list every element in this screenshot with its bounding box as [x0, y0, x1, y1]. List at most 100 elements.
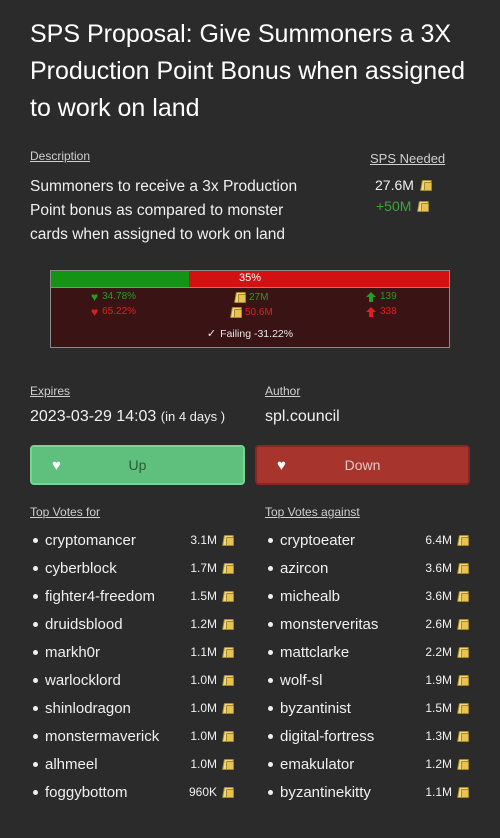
arrow-up-icon: [366, 306, 376, 317]
vote-amount: 6.4M: [425, 533, 469, 547]
sps-token-icon: [222, 590, 234, 602]
description-label[interactable]: Description: [30, 149, 90, 163]
sps-token-icon: [222, 758, 234, 770]
voter-name[interactable]: cyberblock: [45, 560, 117, 577]
voter-name[interactable]: cryptomancer: [45, 532, 136, 549]
list-item: wolf-sl 1.9M: [265, 668, 470, 696]
vote-amount: 1.0M: [190, 673, 234, 687]
voter-name[interactable]: warlocklord: [45, 672, 121, 689]
sps-needed-label[interactable]: SPS Needed: [370, 151, 445, 166]
vote-amount: 1.0M: [190, 701, 234, 715]
vote-down-button[interactable]: ♥ Down: [255, 445, 470, 485]
voter-name[interactable]: michealb: [280, 588, 340, 605]
list-item: monsterveritas 2.6M: [265, 612, 470, 640]
voter-name[interactable]: cryptoeater: [280, 532, 355, 549]
broken-heart-icon: ♥: [91, 304, 99, 319]
vote-down-label: Down: [344, 457, 381, 473]
sps-needed-value: 27.6M: [375, 177, 414, 193]
vote-amount: 1.5M: [425, 701, 469, 715]
list-item: cyberblock 1.7M: [30, 556, 235, 584]
for-percent-stat: ♥ 34.78%: [91, 289, 137, 304]
check-icon: ✓: [206, 328, 217, 340]
list-item: foggybottom 960K: [30, 780, 235, 808]
voter-name[interactable]: wolf-sl: [280, 672, 323, 689]
sps-token-icon: [420, 179, 432, 191]
voter-name[interactable]: alhmeel: [45, 756, 98, 773]
voter-name[interactable]: shinlodragon: [45, 700, 131, 717]
voter-name[interactable]: foggybottom: [45, 784, 128, 801]
voter-name[interactable]: byzantinist: [280, 700, 351, 717]
voter-name[interactable]: monsterveritas: [280, 616, 378, 633]
for-voters-stat: 139: [366, 291, 397, 302]
sps-token-icon: [222, 562, 234, 574]
sps-surplus-row: +50M: [376, 198, 430, 214]
vote-progress-bar: 35%: [51, 271, 449, 288]
top-votes-against-label[interactable]: Top Votes against: [265, 505, 360, 519]
list-item: byzantinekitty 1.1M: [265, 780, 470, 808]
sps-token-icon: [234, 291, 246, 303]
voter-name[interactable]: emakulator: [280, 756, 354, 773]
against-amount: 50.6M: [245, 306, 273, 318]
sps-token-icon: [457, 786, 469, 798]
sps-token-icon: [222, 646, 234, 658]
top-votes-for-list: cryptomancer 3.1M cyberblock 1.7M fighter4…: [30, 528, 235, 808]
list-item: monstermaverick 1.0M: [30, 724, 235, 752]
for-percent: 34.78%: [102, 291, 137, 302]
sps-token-icon: [222, 786, 234, 798]
broken-heart-icon: ♥: [277, 457, 286, 474]
voter-name[interactable]: mattclarke: [280, 644, 349, 661]
sps-token-icon: [457, 534, 469, 546]
sps-token-icon: [222, 674, 234, 686]
sps-token-icon: [222, 702, 234, 714]
voter-name[interactable]: fighter4-freedom: [45, 588, 155, 605]
voter-name[interactable]: druidsblood: [45, 616, 123, 633]
for-amount-stat: 27M: [234, 291, 268, 303]
top-votes-for-label[interactable]: Top Votes for: [30, 505, 100, 519]
sps-token-icon: [457, 618, 469, 630]
author-label[interactable]: Author: [265, 384, 300, 398]
sps-token-icon: [222, 618, 234, 630]
list-item: digital-fortress 1.3M: [265, 724, 470, 752]
expires-date: 2023-03-29 14:03: [30, 408, 157, 425]
sps-token-icon: [457, 646, 469, 658]
expires-value: 2023-03-29 14:03 (in 4 days ): [30, 408, 225, 426]
against-voters: 338: [380, 306, 397, 317]
voter-name[interactable]: digital-fortress: [280, 728, 374, 745]
top-votes-against-list: cryptoeater 6.4M azircon 3.6M michealb 3.6M…: [265, 528, 470, 808]
sps-token-icon: [457, 674, 469, 686]
author-name: spl.council: [265, 408, 340, 425]
sps-token-icon: [417, 200, 430, 212]
expires-relative: (in 4 days ): [160, 409, 226, 424]
voter-name[interactable]: monstermaverick: [45, 728, 159, 745]
for-voters: 139: [380, 291, 397, 302]
list-item: markh0r 1.1M: [30, 640, 235, 668]
list-item: emakulator 1.2M: [265, 752, 470, 780]
vote-amount: 1.7M: [190, 561, 234, 575]
list-item: mattclarke 2.2M: [265, 640, 470, 668]
vote-summary-box: 35% ♥ 34.78% 27M 139 ♥ 65.22% 50.6M 338 …: [50, 270, 450, 348]
against-voters-stat: 338: [366, 306, 397, 317]
list-item: alhmeel 1.0M: [30, 752, 235, 780]
heart-icon: ♥: [91, 289, 99, 304]
vote-amount: 2.2M: [425, 645, 469, 659]
voter-name[interactable]: byzantinekitty: [280, 784, 371, 801]
vote-amount: 3.1M: [190, 533, 234, 547]
sps-token-icon: [230, 306, 242, 318]
vote-amount: 1.2M: [425, 757, 469, 771]
list-item: michealb 3.6M: [265, 584, 470, 612]
sps-token-icon: [457, 702, 469, 714]
arrow-up-icon: [366, 291, 376, 302]
vote-up-button[interactable]: ♥ Up: [30, 445, 245, 485]
voter-name[interactable]: azircon: [280, 560, 328, 577]
against-percent: 65.22%: [102, 306, 137, 317]
sps-token-icon: [457, 562, 469, 574]
voter-name[interactable]: markh0r: [45, 644, 100, 661]
vote-amount: 1.5M: [190, 589, 234, 603]
proposal-title: SPS Proposal: Give Summoners a 3X Produc…: [30, 20, 466, 122]
expires-label[interactable]: Expires: [30, 384, 70, 398]
sps-token-icon: [457, 590, 469, 602]
vote-amount: 1.2M: [190, 617, 234, 631]
sps-surplus-value: +50M: [376, 198, 412, 214]
sps-needed-row: 27.6M: [375, 177, 432, 193]
vote-amount: 1.9M: [425, 673, 469, 687]
